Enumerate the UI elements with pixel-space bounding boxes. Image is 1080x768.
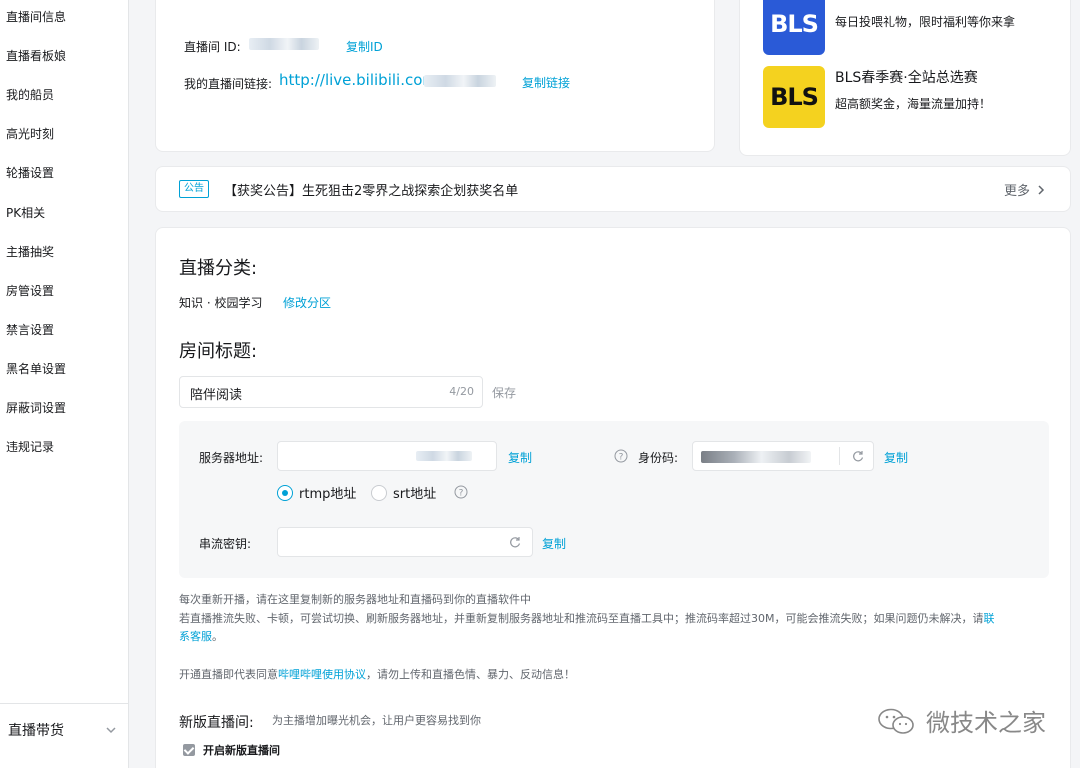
notice-bar: 公告 【获奖公告】生死狙击2零界之战探索企划获奖名单 更多 [155, 166, 1071, 212]
promo-title[interactable]: BLS春季赛·全站总选赛 [835, 67, 978, 87]
promo-thumb-text: BLS [770, 83, 819, 111]
help-icon[interactable]: ? [454, 485, 468, 499]
sidebar-item-violations[interactable]: 违规记录 [6, 438, 54, 455]
radio-srt-label: srt地址 [393, 487, 437, 502]
sidebar: 直播间信息 直播看板娘 我的船员 高光时刻 轮播设置 PK相关 主播抽奖 房管设… [0, 0, 129, 768]
stream-settings-panel: 服务器地址: 复制 ? 身份码: 复制 rtmp地址 srt地址 ? 串流密钥:… [179, 421, 1049, 578]
tip-line-3-suffix: 。 [212, 630, 223, 643]
copy-identity-button[interactable]: 复制 [884, 449, 908, 466]
room-title-input[interactable]: 陪伴阅读 4/20 [179, 376, 483, 408]
tip-line-2-text: 若直播推流失败、卡顿，可尝试切换、刷新服务器地址，并重新复制服务器地址和推流码至… [179, 612, 984, 625]
tip-line-1: 每次重新开播，请在这里复制新的服务器地址和直播码到你的直播软件中 [179, 593, 531, 606]
sidebar-item-carousel[interactable]: 轮播设置 [6, 164, 54, 181]
sidebar-item-room-info[interactable]: 直播间信息 [6, 8, 66, 25]
promo-thumb-bls-spring[interactable]: BLS [763, 66, 825, 128]
sidebar-item-blocked-words[interactable]: 屏蔽词设置 [6, 399, 66, 416]
radio-srt-indicator [371, 484, 387, 501]
watermark: 微技术之家 [876, 703, 1046, 738]
agreement-suffix: ，请勿上传和直播色情、暴力、反动信息！ [366, 668, 575, 681]
identity-code-field[interactable] [692, 441, 874, 471]
identity-code-label: 身份码: [638, 451, 679, 465]
room-link-redacted [424, 75, 496, 87]
stream-key-label: 串流密钥: [199, 537, 252, 551]
edit-category-button[interactable]: 修改分区 [283, 294, 331, 311]
sidebar-item-live-commerce[interactable]: 直播带货 [8, 720, 118, 740]
radio-srt[interactable]: srt地址 [371, 483, 436, 502]
copy-link-button[interactable]: 复制链接 [522, 74, 570, 91]
agreement-notice: 开通直播即代表同意哔哩哔哩使用协议，请勿上传和直播色情、暴力、反动信息！ [179, 666, 575, 684]
category-heading: 直播分类: [179, 258, 258, 279]
new-room-heading: 新版直播间: [179, 715, 254, 731]
tip-line-3: 系客服。 [179, 628, 223, 646]
sidebar-item-mute[interactable]: 禁言设置 [6, 321, 54, 338]
refresh-icon[interactable] [851, 449, 865, 463]
tip-line-2: 若直播推流失败、卡顿，可尝试切换、刷新服务器地址，并重新复制服务器地址和推流码至… [179, 610, 994, 628]
sidebar-bottom-label: 直播带货 [8, 723, 64, 739]
sidebar-item-lottery[interactable]: 主播抽奖 [6, 243, 54, 260]
sidebar-item-highlights[interactable]: 高光时刻 [6, 125, 54, 142]
category-value: 知识 · 校园学习 [179, 296, 263, 310]
stream-key-field[interactable] [277, 527, 533, 557]
sidebar-item-blacklist[interactable]: 黑名单设置 [6, 360, 66, 377]
watermark-text: 微技术之家 [926, 709, 1046, 737]
svg-text:?: ? [619, 453, 624, 463]
chevron-down-icon [106, 727, 116, 734]
promo-thumb-bls[interactable]: BLS [763, 0, 825, 55]
agreement-prefix: 开通直播即代表同意 [179, 668, 278, 681]
svg-text:?: ? [459, 489, 464, 499]
room-title-value: 陪伴阅读 [190, 388, 243, 403]
help-icon[interactable]: ? [614, 449, 628, 463]
radio-rtmp-label: rtmp地址 [299, 487, 357, 502]
contact-support-link[interactable]: 联 [983, 612, 994, 625]
room-info-card: 直播间 ID: 复制ID 我的直播间链接: http://live.bilibi… [155, 0, 715, 152]
copy-stream-key-button[interactable]: 复制 [542, 535, 566, 552]
notice-more-label: 更多 [1003, 184, 1030, 199]
refresh-icon[interactable] [508, 535, 522, 549]
copy-server-button[interactable]: 复制 [508, 449, 532, 466]
live-settings-card: 直播分类: 知识 · 校园学习 修改分区 房间标题: 陪伴阅读 4/20 保存 … [155, 227, 1071, 768]
sidebar-item-room-admin[interactable]: 房管设置 [6, 282, 54, 299]
copy-id-button[interactable]: 复制ID [346, 38, 383, 55]
user-agreement-link[interactable]: 哔哩哔哩使用协议 [278, 668, 366, 681]
server-address-field[interactable] [277, 441, 497, 471]
notice-more-link[interactable]: 更多 [1004, 180, 1046, 199]
field-divider [839, 447, 840, 465]
sidebar-item-mascot[interactable]: 直播看板娘 [6, 47, 66, 64]
radio-rtmp[interactable]: rtmp地址 [277, 483, 356, 502]
notice-tag: 公告 [179, 180, 209, 198]
promo-subtitle: 超高额奖金，海量流量加持！ [835, 97, 992, 111]
identity-code-redacted [701, 451, 811, 463]
save-title-button[interactable]: 保存 [492, 384, 516, 401]
radio-rtmp-indicator [277, 484, 293, 501]
room-title-char-count: 4/20 [449, 385, 474, 398]
room-link-value[interactable]: http://live.bilibili.com. [279, 71, 442, 89]
room-id-value-redacted [249, 38, 319, 50]
server-address-label: 服务器地址: [199, 451, 264, 465]
new-room-desc: 为主播增加曝光机会，让用户更容易找到你 [272, 714, 481, 727]
notice-text[interactable]: 【获奖公告】生死狙击2零界之战探索企划获奖名单 [224, 180, 518, 199]
promo-thumb-text: BLS [770, 10, 819, 38]
sidebar-item-pk[interactable]: PK相关 [6, 204, 45, 221]
promo-subtitle: 每日投喂礼物，限时福利等你来拿 [835, 15, 1016, 29]
sidebar-divider [0, 703, 129, 704]
new-room-checkbox[interactable] [183, 744, 195, 756]
contact-support-link-cont[interactable]: 系客服 [179, 630, 212, 643]
server-address-redacted [416, 451, 472, 461]
promo-card: BLS 每日投喂礼物，限时福利等你来拿 BLS BLS春季赛·全站总选赛 超高额… [739, 0, 1071, 156]
room-id-label: 直播间 ID: [184, 40, 241, 54]
room-link-label: 我的直播间链接: [184, 77, 273, 91]
wechat-icon [878, 708, 914, 734]
sidebar-item-crew[interactable]: 我的船员 [6, 86, 54, 103]
chevron-right-icon [1038, 184, 1045, 195]
room-title-heading: 房间标题: [179, 341, 258, 362]
new-room-checkbox-label[interactable]: 开启新版直播间 [203, 742, 280, 758]
